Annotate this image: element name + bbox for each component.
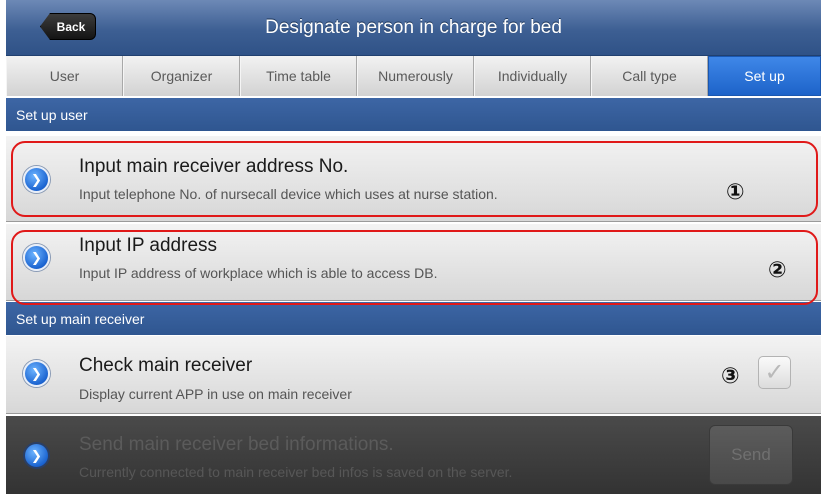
tab-call-type[interactable]: Call type	[591, 56, 708, 96]
annotation-marker-1: ①	[726, 180, 745, 205]
tab-numerously[interactable]: Numerously	[357, 56, 474, 96]
highlight-box-2	[11, 230, 818, 305]
tab-set-up[interactable]: Set up	[708, 56, 821, 96]
row-title: Send main receiver bed informations.	[79, 434, 394, 455]
chevron-right-icon: ❯	[23, 360, 50, 387]
page-title: Designate person in charge for bed	[265, 17, 562, 38]
row-subtitle: Currently connected to main receiver bed…	[79, 464, 513, 480]
checkmark-icon: ✓	[764, 359, 785, 386]
highlight-box-1	[11, 141, 818, 217]
annotation-marker-2: ②	[768, 258, 787, 283]
tab-bar: User Organizer Time table Numerously Ind…	[6, 56, 821, 96]
tab-organizer[interactable]: Organizer	[123, 56, 240, 96]
send-button: Send	[709, 425, 793, 485]
tab-individually[interactable]: Individually	[474, 56, 591, 96]
tab-user[interactable]: User	[6, 56, 123, 96]
setting-row-check-receiver[interactable]: ❯ Check main receiver Display current AP…	[6, 336, 821, 414]
row-subtitle: Display current APP in use on main recei…	[79, 386, 352, 402]
section-header-set-up-user: Set up user	[6, 98, 821, 131]
setting-row-send-bed-info: ❯ Send main receiver bed informations. C…	[6, 416, 821, 494]
row-title: Check main receiver	[79, 355, 253, 376]
check-main-receiver-checkbox[interactable]: ✓	[758, 356, 791, 389]
annotation-marker-3: ③	[721, 364, 740, 389]
title-bar: Back Designate person in charge for bed	[6, 0, 821, 56]
section-header-set-up-main-receiver: Set up main receiver	[6, 302, 821, 335]
tab-time-table[interactable]: Time table	[240, 56, 357, 96]
chevron-right-icon: ❯	[23, 442, 50, 469]
